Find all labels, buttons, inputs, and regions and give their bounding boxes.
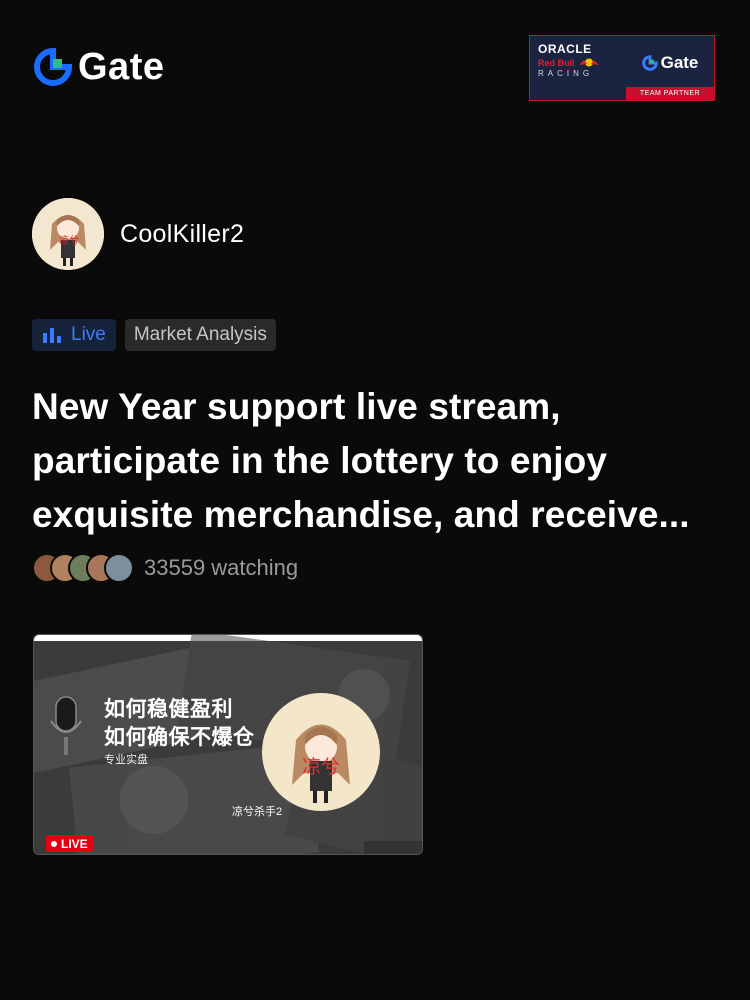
gate-logo-icon [34,48,72,86]
host-avatar[interactable]: 凉兮 [32,198,104,270]
bar-chart-icon [43,328,61,343]
viewer-row: 33559 watching [32,553,298,583]
stream-thumbnail[interactable]: 凉兮 如何稳健盈利 如何确保不爆仓 专业实盘 凉兮杀手2 LIVE [33,634,423,855]
svg-text:凉兮: 凉兮 [302,756,340,778]
bull-icon [578,58,599,67]
category-tag[interactable]: Market Analysis [124,319,276,351]
live-badge-label: LIVE [61,836,88,851]
thumb-subtitle: 专业实盘 [104,754,148,766]
racing-label: RACING [538,69,594,78]
host-name[interactable]: CoolKiller2 [120,220,244,249]
live-tag-label: Live [71,324,106,345]
host-row[interactable]: 凉兮 CoolKiller2 [32,198,244,270]
anime-girl-avatar-icon: 凉兮 [32,198,104,270]
oracle-label: ORACLE [538,42,592,56]
redbull-text: Red Bull [538,57,575,68]
watching-count: 33559 watching [144,555,299,580]
viewer-avatar [104,553,134,583]
logo-text: Gate [78,46,165,88]
team-partner-banner[interactable]: ORACLE Red Bull RACING Gate TEAM PARTNER [529,35,715,101]
live-tag[interactable]: Live [32,319,116,351]
team-partner-strip: TEAM PARTNER [626,87,714,100]
gate-small-icon [641,55,658,71]
stream-title[interactable]: New Year support live stream, participat… [32,380,732,542]
live-badge: LIVE [46,835,94,852]
redbull-label: Red Bull [538,57,622,68]
thumb-streamer-name: 凉兮杀手2 [232,806,283,818]
svg-text:凉兮: 凉兮 [59,234,79,247]
tag-row: Live Market Analysis [32,319,276,351]
thumb-headline-1: 如何稳健盈利 [104,698,233,721]
thumb-headline-2: 如何确保不爆仓 [104,726,255,749]
live-dot-icon [51,840,57,847]
partner-gate-text: Gate [660,53,699,72]
viewer-avatars [32,553,134,583]
gate-logo[interactable]: Gate [34,48,164,86]
